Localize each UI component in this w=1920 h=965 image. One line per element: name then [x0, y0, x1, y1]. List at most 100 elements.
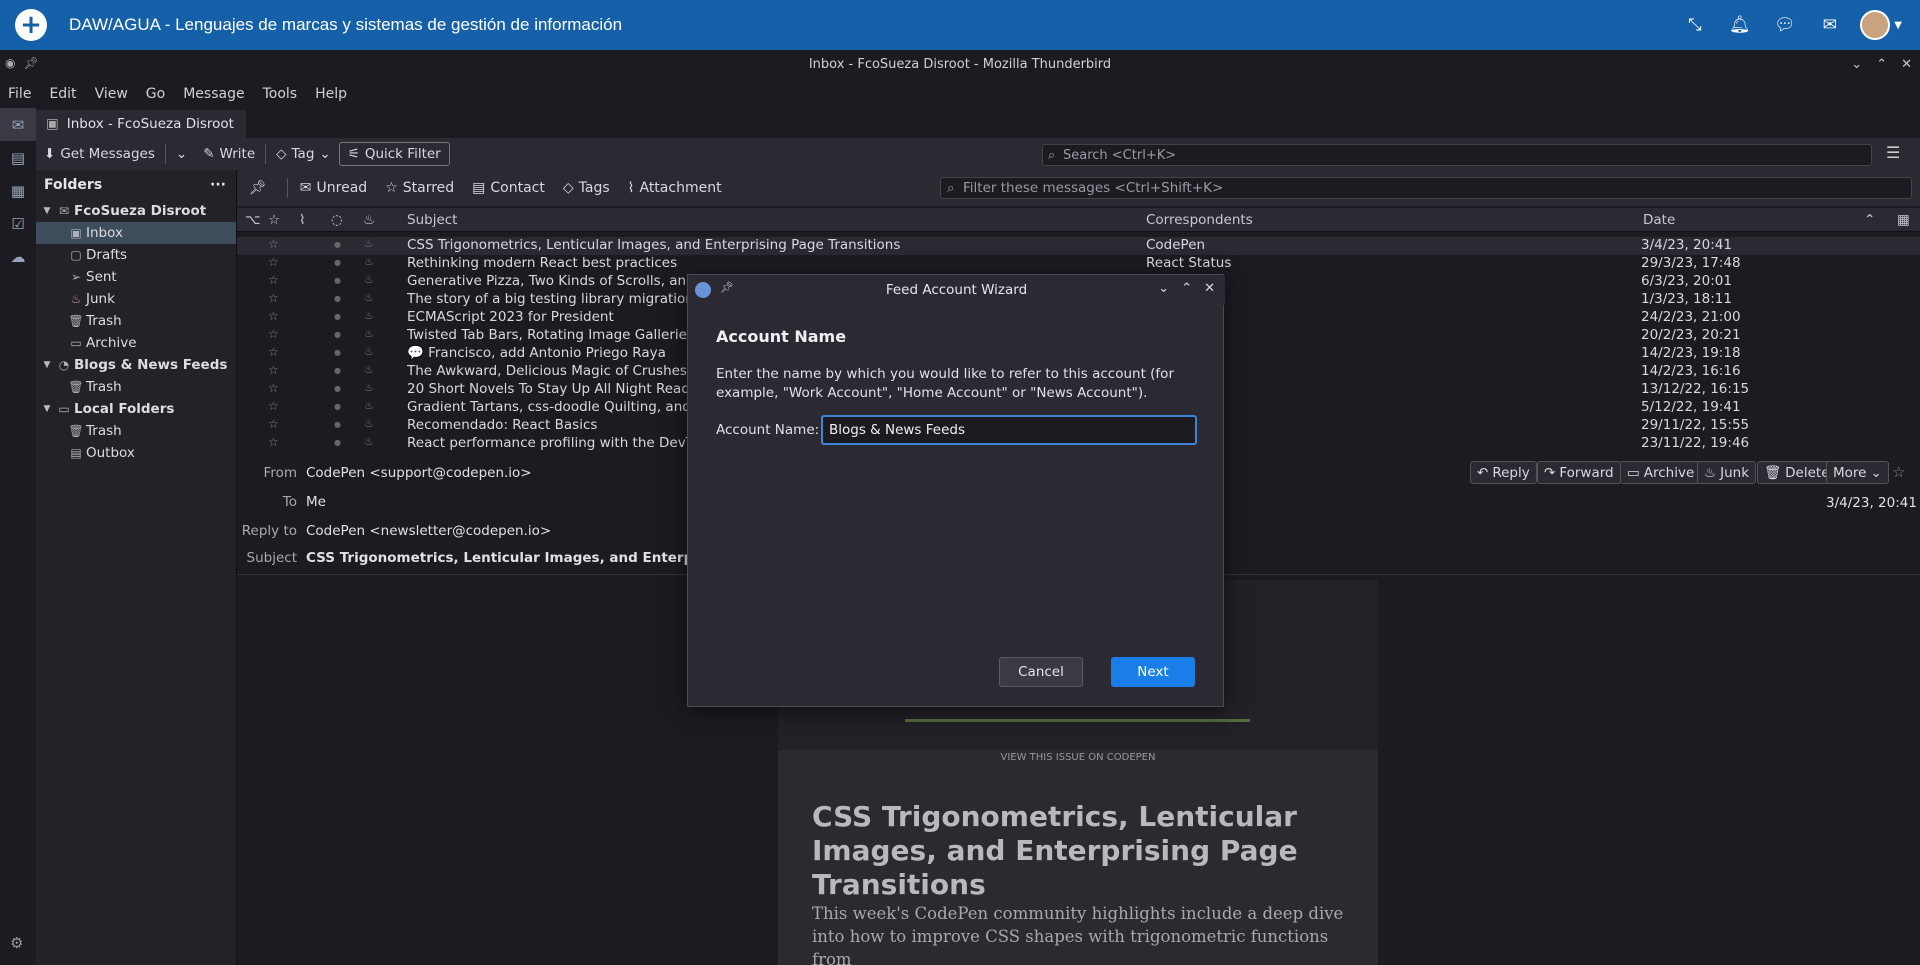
reply-button[interactable]: ↶ Reply	[1470, 461, 1537, 484]
mail-space-icon[interactable]: ✉	[0, 108, 36, 141]
tasks-space-icon[interactable]: ☑	[0, 207, 36, 240]
junk-status-icon[interactable]: ♨	[364, 345, 374, 358]
junk-status-icon[interactable]: ♨	[364, 435, 374, 448]
attachment-column-icon[interactable]: ⌇	[299, 212, 306, 228]
menu-file[interactable]: File	[8, 86, 31, 102]
message-row[interactable]: ☆ ● ♨ CSS Trigonometrics, Lenticular Images…	[237, 237, 1920, 255]
close-icon[interactable]: ✕	[1901, 57, 1912, 72]
star-icon[interactable]: ☆	[268, 381, 279, 395]
column-correspondents[interactable]: Correspondents	[1146, 212, 1253, 228]
sort-up-icon[interactable]: ⌃	[1864, 212, 1875, 228]
junk-status-icon[interactable]: ♨	[364, 417, 374, 430]
get-messages-dropdown[interactable]: ⌄	[168, 142, 195, 166]
pin-icon[interactable]: 📌︎	[23, 56, 38, 70]
read-column-icon[interactable]: ◌	[331, 212, 343, 228]
chat-icon[interactable]: 💬︎	[1762, 15, 1807, 35]
column-picker-icon[interactable]: ▦	[1897, 212, 1910, 228]
junk-status-icon[interactable]: ♨	[364, 399, 374, 412]
delete-button[interactable]: 🗑︎ Delete	[1757, 461, 1837, 484]
star-icon[interactable]: ☆	[268, 399, 279, 413]
chevron-down-icon[interactable]: ▼	[40, 404, 54, 414]
junk-status-icon[interactable]: ♨	[364, 327, 374, 340]
read-status-icon[interactable]: ●	[334, 330, 341, 339]
star-icon[interactable]: ☆	[268, 291, 279, 305]
addressbook-space-icon[interactable]: ▤	[0, 141, 36, 174]
chevron-down-icon[interactable]: ▼	[1894, 20, 1902, 31]
folder-inbox[interactable]: ▣ Inbox	[36, 222, 236, 244]
star-icon[interactable]: ☆	[268, 345, 279, 359]
star-icon[interactable]: ☆	[268, 327, 279, 341]
star-icon[interactable]: ☆	[268, 255, 279, 269]
read-status-icon[interactable]: ●	[334, 294, 341, 303]
settings-gear-icon[interactable]: ⚙	[10, 934, 23, 952]
read-status-icon[interactable]: ●	[334, 384, 341, 393]
bell-icon[interactable]: 🔔︎	[1717, 15, 1762, 35]
account-name-input[interactable]	[821, 415, 1197, 445]
forward-button[interactable]: ↷ Forward	[1537, 461, 1621, 484]
filter-messages-input[interactable]: ⌕ Filter these messages <Ctrl+Shift+K>	[940, 177, 1912, 199]
read-status-icon[interactable]: ●	[334, 276, 341, 285]
maximize-icon[interactable]: ⌃	[1876, 57, 1887, 72]
read-status-icon[interactable]: ●	[334, 348, 341, 357]
read-status-icon[interactable]: ●	[334, 438, 341, 447]
folders-more-button[interactable]: ···	[210, 177, 226, 193]
filter-starred-button[interactable]: ☆ Starred	[385, 180, 454, 196]
star-icon[interactable]: ☆	[1892, 463, 1905, 481]
menu-view[interactable]: View	[95, 86, 128, 102]
folder-account-local[interactable]: ▼ ▭ Local Folders	[36, 398, 236, 420]
minimize-icon[interactable]: ⌄	[1158, 281, 1169, 296]
read-status-icon[interactable]: ●	[334, 312, 341, 321]
junk-button[interactable]: ♨ Junk	[1697, 461, 1757, 484]
folder-trash[interactable]: 🗑︎ Trash	[36, 310, 236, 332]
message-row[interactable]: ☆ ● ♨ Rethinking modern React best practice…	[237, 255, 1920, 273]
filter-tags-button[interactable]: ◇ Tags	[563, 180, 610, 196]
add-button[interactable]: +	[15, 9, 47, 41]
junk-status-icon[interactable]: ♨	[364, 255, 374, 268]
junk-status-icon[interactable]: ♨	[364, 237, 374, 250]
read-status-icon[interactable]: ●	[334, 366, 341, 375]
thread-column-icon[interactable]: ⌥	[245, 212, 261, 228]
maximize-icon[interactable]: ⌃	[1181, 281, 1192, 296]
folder-archive[interactable]: ▭ Archive	[36, 332, 236, 354]
folder-drafts[interactable]: ▢ Drafts	[36, 244, 236, 266]
star-icon[interactable]: ☆	[268, 309, 279, 323]
star-icon[interactable]: ☆	[268, 273, 279, 287]
junk-status-icon[interactable]: ♨	[364, 381, 374, 394]
pin-icon[interactable]: 📌︎	[720, 281, 734, 294]
replyto-value[interactable]: CodePen <newsletter@codepen.io>	[306, 523, 551, 539]
tag-button[interactable]: ◇ Tag ⌄	[268, 142, 339, 166]
star-icon[interactable]: ☆	[268, 435, 279, 449]
star-column-icon[interactable]: ☆	[268, 212, 280, 228]
pin-filter-icon[interactable]: 📌︎	[249, 180, 267, 196]
folder-sent[interactable]: ➢ Sent	[36, 266, 236, 288]
archive-button[interactable]: ▭ Archive	[1620, 461, 1702, 484]
next-button[interactable]: Next	[1111, 657, 1195, 687]
avatar[interactable]	[1860, 10, 1891, 40]
folder-junk[interactable]: ♨ Junk	[36, 288, 236, 310]
menu-message[interactable]: Message	[183, 86, 244, 102]
read-status-icon[interactable]: ●	[334, 240, 341, 249]
star-icon[interactable]: ☆	[268, 237, 279, 251]
tab-inbox[interactable]: ▣ Inbox - FcoSueza Disroot	[36, 110, 246, 138]
envelope-icon[interactable]: ✉	[1807, 15, 1852, 35]
column-subject[interactable]: Subject	[407, 212, 457, 228]
global-search-input[interactable]: ⌕ Search <Ctrl+K>	[1042, 144, 1872, 166]
chevron-down-icon[interactable]: ▼	[40, 206, 54, 216]
junk-status-icon[interactable]: ♨	[364, 309, 374, 322]
folder-feeds-trash[interactable]: 🗑︎ Trash	[36, 376, 236, 398]
menu-help[interactable]: Help	[315, 86, 347, 102]
view-on-codepen-link[interactable]: VIEW THIS ISSUE ON CODEPEN	[778, 752, 1378, 763]
to-value[interactable]: Me	[306, 494, 326, 510]
from-value[interactable]: CodePen <support@codepen.io>	[306, 465, 532, 481]
column-date[interactable]: Date	[1643, 212, 1675, 228]
read-status-icon[interactable]: ●	[334, 402, 341, 411]
cancel-button[interactable]: Cancel	[999, 657, 1083, 687]
menu-tools[interactable]: Tools	[263, 86, 298, 102]
folder-outbox[interactable]: ▤ Outbox	[36, 442, 236, 464]
more-button[interactable]: More ⌄	[1826, 461, 1889, 484]
chat-space-icon[interactable]: ☁	[0, 240, 36, 273]
read-status-icon[interactable]: ●	[334, 420, 341, 429]
compress-icon[interactable]: ⤡	[1672, 15, 1717, 35]
junk-status-icon[interactable]: ♨	[364, 363, 374, 376]
folder-account-fcosueza[interactable]: ▼ ✉ FcoSueza Disroot	[36, 200, 236, 222]
